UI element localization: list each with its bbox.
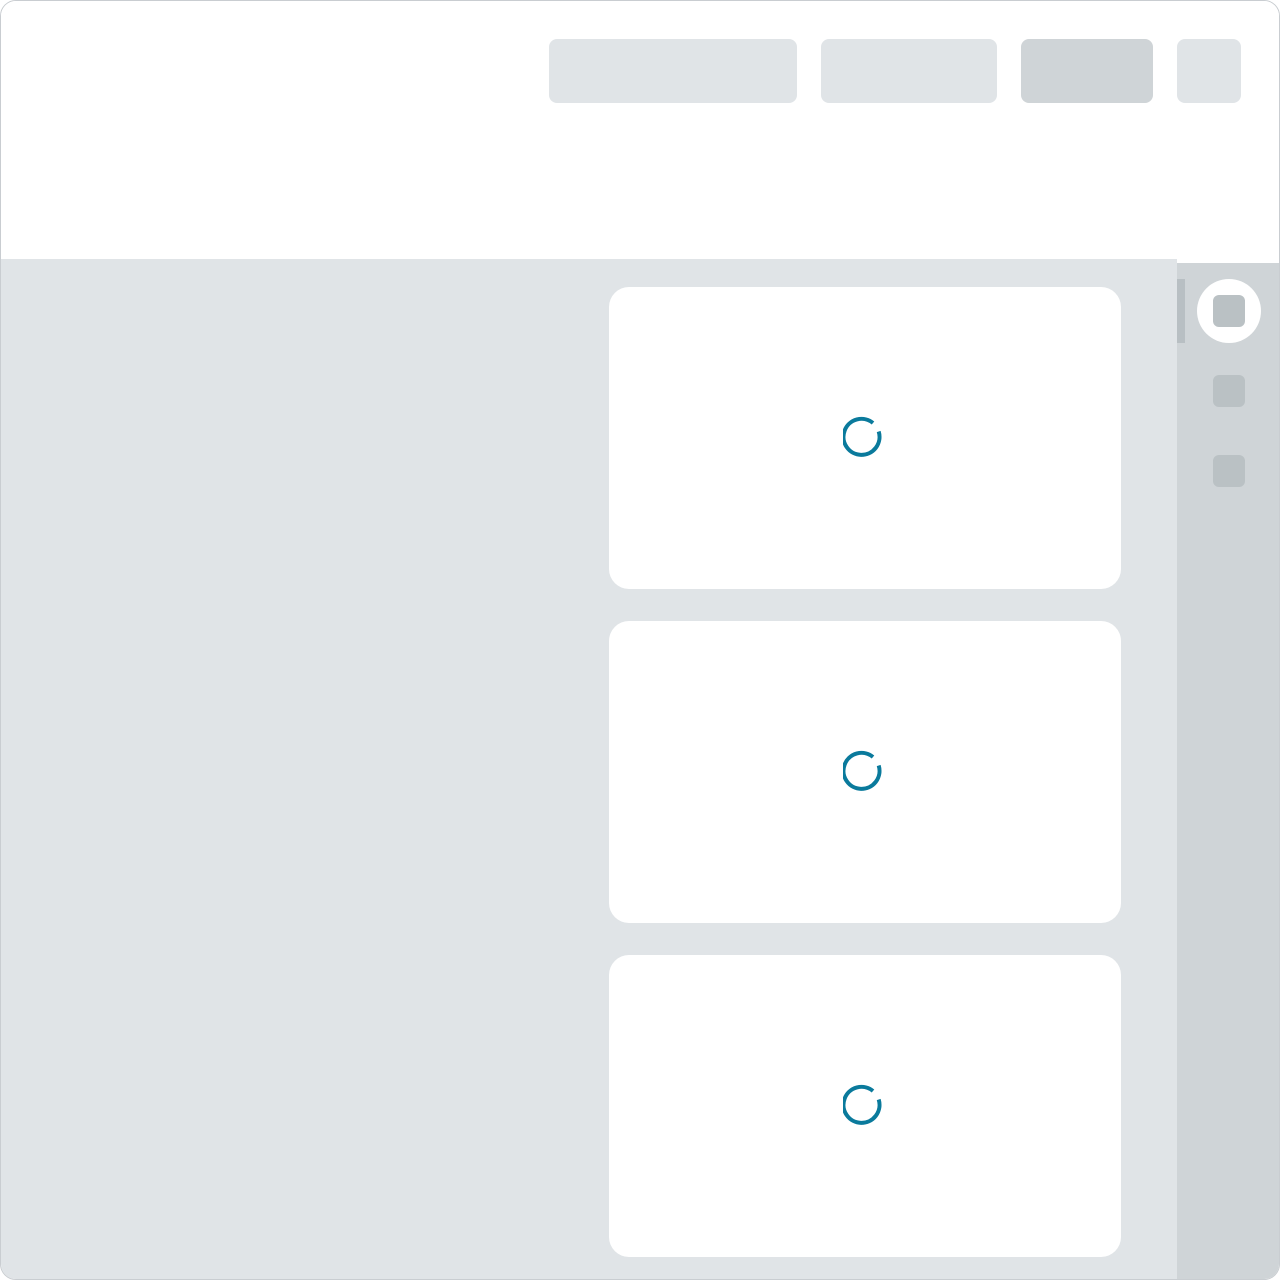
rail-active-indicator <box>1177 279 1185 343</box>
rail-item-icon[interactable] <box>1213 375 1245 407</box>
rail-item-icon <box>1213 295 1245 327</box>
loading-spinner-icon <box>843 750 882 791</box>
main-content <box>1 259 1177 1279</box>
header-placeholder-2 <box>821 39 997 103</box>
loading-card-3 <box>609 955 1121 1257</box>
rail-item-active[interactable] <box>1197 279 1261 343</box>
header-bar <box>1 1 1279 259</box>
header-placeholder-4 <box>1177 39 1241 103</box>
loading-spinner-icon <box>843 416 882 457</box>
app-window <box>0 0 1280 1280</box>
side-rail <box>1177 263 1279 1279</box>
loading-spinner-icon <box>843 1084 882 1125</box>
loading-card-2 <box>609 621 1121 923</box>
header-placeholder-3 <box>1021 39 1153 103</box>
header-placeholder-1 <box>549 39 797 103</box>
rail-item-icon[interactable] <box>1213 455 1245 487</box>
loading-card-1 <box>609 287 1121 589</box>
